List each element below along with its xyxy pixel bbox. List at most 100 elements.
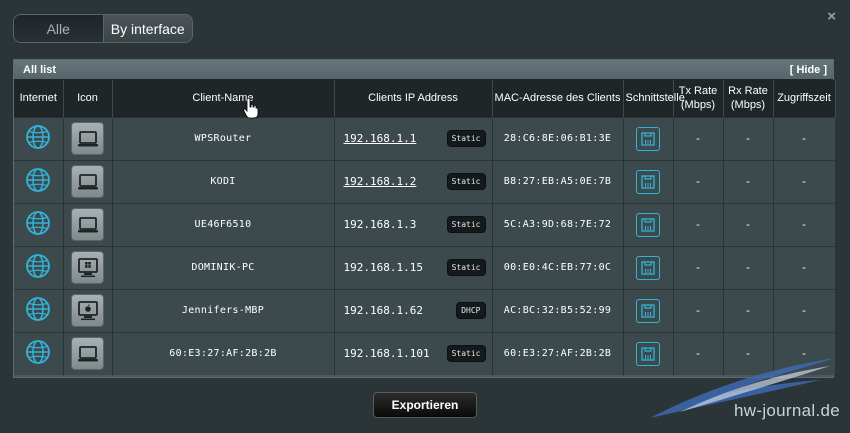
client-name: WPSRouter: [112, 116, 335, 160]
col-rx-rate[interactable]: Rx Rate (Mbps): [723, 80, 774, 117]
ethernet-icon: [636, 126, 660, 151]
access-time: -: [773, 202, 836, 246]
tx-rate: -: [673, 116, 724, 160]
globe-icon[interactable]: [25, 168, 51, 196]
ip-type-badge: Static: [446, 345, 486, 363]
internet-status-cell: [14, 116, 64, 160]
rx-rate: -: [723, 202, 774, 246]
ip-type-badge: Static: [446, 173, 486, 190]
col-access-time[interactable]: Zugriffszeit: [773, 80, 836, 117]
close-icon[interactable]: ×: [827, 8, 836, 25]
watermark-text: hw-journal.de: [734, 401, 840, 420]
internet-status-cell: [14, 202, 64, 246]
device-icon-cell: [63, 116, 113, 160]
table-row[interactable]: UE46F6510 192.168.1.3 Static 5C:A3:9D:68:7E…: [14, 202, 836, 246]
tx-rate: -: [673, 288, 724, 332]
ip-address[interactable]: 192.168.1.1: [344, 132, 417, 145]
tx-rate: -: [673, 159, 724, 203]
device-icon-cell: [63, 331, 113, 375]
view-toggle: Alle By interface: [13, 14, 193, 43]
internet-status-cell: [14, 288, 64, 332]
ip-type-badge: Static: [446, 130, 486, 147]
table-row[interactable]: Jennifers-MBP 192.168.1.62 DHCP AC:BC:32:B5…: [14, 288, 836, 332]
ip-cell: 192.168.1.62 DHCP: [334, 288, 493, 332]
rx-rate: -: [723, 116, 774, 160]
col-interface[interactable]: Schnittstelle: [623, 80, 685, 117]
table-header-row: Internet Icon Client-Name Clients IP Add…: [14, 80, 836, 117]
hide-link[interactable]: [ Hide ]: [790, 64, 827, 76]
ip-cell: 192.168.1.2 Static: [334, 159, 493, 203]
device-icon-cell: [63, 202, 113, 246]
laptop-icon[interactable]: [71, 337, 104, 371]
interface-cell: [623, 245, 674, 289]
rx-rate: -: [723, 159, 774, 203]
col-ip-address[interactable]: Clients IP Address: [334, 80, 493, 117]
laptop-icon[interactable]: [71, 165, 104, 198]
ethernet-icon: [636, 298, 660, 323]
ip-cell: 192.168.1.101 Static: [334, 331, 493, 375]
access-time: -: [773, 288, 836, 332]
toggle-by-interface[interactable]: By interface: [102, 15, 192, 42]
client-name: DOMINIK-PC: [112, 245, 335, 289]
internet-status-cell: [14, 159, 64, 203]
tx-rate: -: [673, 202, 724, 246]
ip-address: 192.168.1.15: [343, 261, 423, 274]
internet-status-cell: [14, 245, 64, 289]
client-name: 60:E3:27:AF:2B:2B: [112, 331, 335, 375]
client-name: UE46F6510: [112, 202, 335, 246]
col-client-name[interactable]: Client-Name: [112, 80, 335, 117]
ip-type-badge: Static: [446, 259, 486, 276]
device-icon-cell: [63, 159, 113, 203]
ip-cell: 192.168.1.3 Static: [334, 202, 493, 246]
ip-cell: 192.168.1.15 Static: [334, 245, 493, 289]
apple-pc-icon[interactable]: [71, 294, 104, 327]
client-name: Jennifers-MBP: [112, 288, 335, 332]
access-time: -: [773, 116, 836, 160]
interface-cell: [623, 288, 674, 332]
table-row[interactable]: KODI 192.168.1.2 Static B8:27:EB:A5:0E:7B - -…: [14, 159, 836, 203]
ip-type-badge: DHCP: [456, 302, 486, 319]
ip-address[interactable]: 192.168.1.2: [344, 175, 417, 188]
mac-address: 28:C6:8E:06:B1:3E: [492, 116, 624, 160]
device-icon-cell: [63, 288, 113, 332]
table-row[interactable]: DOMINIK-PC 192.168.1.15 Static 00:E0:4C:EB:…: [14, 245, 836, 289]
col-internet[interactable]: Internet: [14, 80, 64, 117]
rx-rate: -: [723, 288, 774, 332]
globe-icon[interactable]: [25, 125, 51, 153]
mac-address: B8:27:EB:A5:0E:7B: [492, 159, 624, 203]
ip-address: 192.168.1.62: [343, 304, 423, 317]
globe-icon[interactable]: [25, 211, 51, 239]
ip-cell: 192.168.1.1 Static: [334, 116, 493, 160]
laptop-icon[interactable]: [71, 208, 104, 241]
laptop-icon[interactable]: [71, 122, 104, 155]
device-icon-cell: [63, 245, 113, 289]
col-mac-address[interactable]: MAC-Adresse des Clients: [492, 80, 624, 117]
mac-address: AC:BC:32:B5:52:99: [492, 288, 624, 332]
ethernet-icon: [636, 212, 660, 237]
toggle-alle[interactable]: Alle: [14, 15, 103, 42]
client-table: Internet Icon Client-Name Clients IP Add…: [14, 80, 836, 375]
internet-status-cell: [14, 331, 64, 375]
ethernet-icon: [636, 169, 660, 194]
table-row[interactable]: WPSRouter 192.168.1.1 Static 28:C6:8E:06:B1…: [14, 116, 836, 160]
windows-pc-icon[interactable]: [71, 251, 104, 284]
panel-title: All list: [23, 63, 57, 76]
mac-address: 60:E3:27:AF:2B:2B: [492, 331, 624, 375]
access-time: -: [773, 245, 836, 289]
export-button[interactable]: Exportieren: [373, 392, 477, 418]
ethernet-icon: [636, 255, 660, 280]
mac-address: 00:E0:4C:EB:77:0C: [492, 245, 624, 289]
hand-cursor-icon: [243, 97, 259, 119]
globe-icon[interactable]: [25, 297, 51, 325]
interface-cell: [623, 116, 674, 160]
interface-cell: [623, 202, 674, 246]
panel-title-bar: All list [ Hide ]: [14, 60, 833, 80]
interface-cell: [623, 159, 674, 203]
globe-icon[interactable]: [25, 254, 51, 282]
col-tx-rate[interactable]: Tx Rate (Mbps): [673, 80, 724, 117]
access-time: -: [773, 159, 836, 203]
col-icon[interactable]: Icon: [63, 80, 113, 117]
client-list-panel: All list [ Hide ] Internet Icon Client-N…: [13, 59, 836, 378]
mac-address: 5C:A3:9D:68:7E:72: [492, 202, 624, 246]
globe-icon[interactable]: [25, 340, 51, 368]
